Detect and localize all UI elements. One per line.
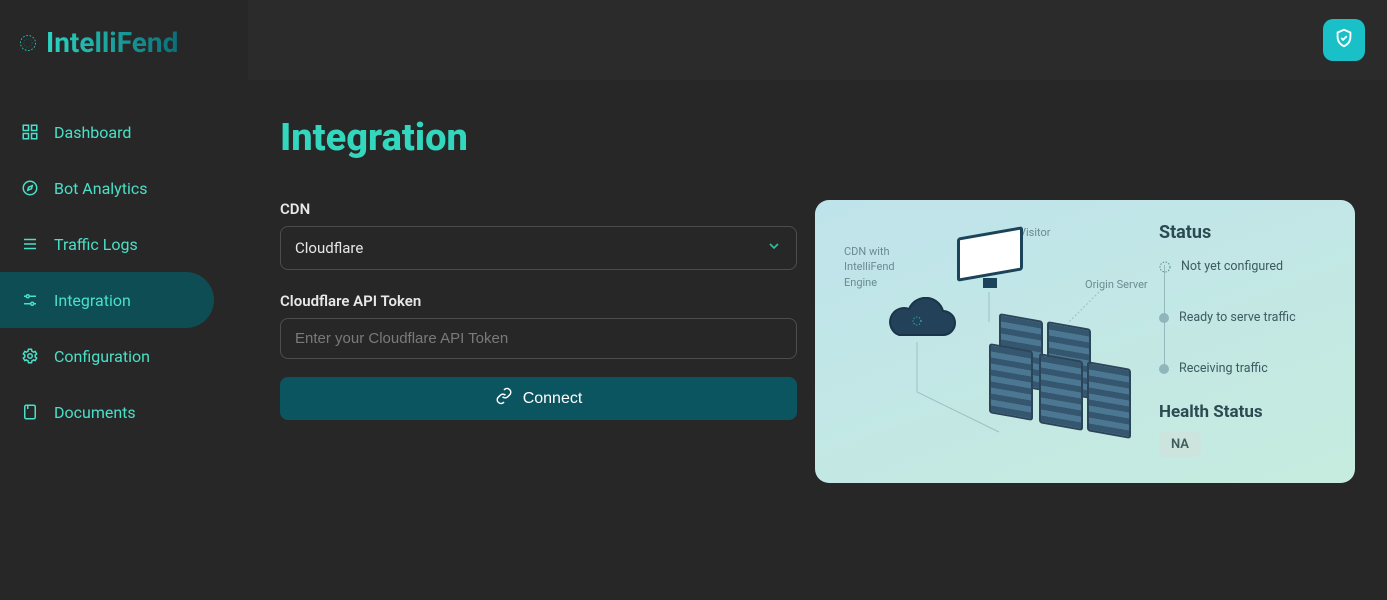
- sliders-icon: [20, 290, 40, 310]
- topbar: [248, 0, 1387, 80]
- monitor-icon: [957, 232, 1023, 288]
- status-dot-icon: [1159, 364, 1169, 374]
- status-step-label: Ready to serve traffic: [1179, 310, 1296, 325]
- dashboard-icon: [20, 122, 40, 142]
- shield-check-icon: [1333, 27, 1355, 53]
- sidebar-item-label: Documents: [54, 403, 136, 422]
- diagram-label-cdn: CDN with IntelliFend Engine: [844, 244, 924, 290]
- cdn-selected-value: Cloudflare: [295, 239, 363, 257]
- integration-form: CDN Cloudflare Cloudflare API Token: [280, 200, 797, 483]
- brand-logo: IntelliFend: [0, 26, 248, 104]
- gear-icon: [20, 346, 40, 366]
- architecture-diagram: Visitor CDN with IntelliFend Engine Orig…: [839, 222, 1149, 452]
- sidebar-item-dashboard[interactable]: Dashboard: [0, 104, 248, 160]
- chevron-down-icon: [766, 238, 782, 258]
- sidebar-item-label: Bot Analytics: [54, 179, 148, 198]
- status-steps: Not yet configured Ready to serve traffi…: [1159, 259, 1331, 376]
- status-dot-icon: [1159, 313, 1169, 323]
- status-step: Not yet configured: [1159, 259, 1331, 274]
- sidebar-item-traffic-logs[interactable]: Traffic Logs: [0, 216, 248, 272]
- brand-name: IntelliFend: [46, 26, 178, 59]
- connect-button-label: Connect: [523, 390, 583, 408]
- diagram-label-origin: Origin Server: [1085, 278, 1148, 291]
- health-status-title: Health Status: [1159, 402, 1331, 422]
- token-label: Cloudflare API Token: [280, 292, 797, 310]
- sidebar-item-documents[interactable]: Documents: [0, 384, 248, 440]
- document-icon: [20, 402, 40, 422]
- compass-icon: [20, 178, 40, 198]
- sidebar-item-label: Dashboard: [54, 123, 131, 142]
- sidebar-item-label: Integration: [54, 291, 131, 310]
- diagram-label-visitor: Visitor: [1019, 226, 1051, 239]
- sidebar-item-integration[interactable]: Integration: [0, 272, 214, 328]
- list-icon: [20, 234, 40, 254]
- brand-mark-icon: [18, 33, 38, 53]
- cdn-label: CDN: [280, 200, 797, 218]
- cdn-select[interactable]: Cloudflare: [280, 226, 797, 270]
- sidebar-item-label: Configuration: [54, 347, 150, 366]
- api-token-input[interactable]: [280, 318, 797, 359]
- health-status-badge: NA: [1159, 432, 1201, 457]
- status-step: Receiving traffic: [1159, 361, 1331, 376]
- shield-button[interactable]: [1323, 19, 1365, 61]
- sidebar: IntelliFend Dashboard Bot Analytics Traf…: [0, 0, 248, 600]
- sidebar-item-configuration[interactable]: Configuration: [0, 328, 248, 384]
- server-cluster-icon: [989, 317, 1139, 447]
- status-card: Visitor CDN with IntelliFend Engine Orig…: [815, 200, 1355, 483]
- sidebar-item-label: Traffic Logs: [54, 235, 138, 254]
- status-title: Status: [1159, 222, 1331, 243]
- status-step-label: Receiving traffic: [1179, 361, 1268, 376]
- status-step-label: Not yet configured: [1181, 259, 1283, 274]
- status-step: Ready to serve traffic: [1159, 310, 1331, 325]
- link-icon: [495, 387, 513, 410]
- cloud-icon: [879, 297, 959, 345]
- page-title: Integration: [280, 116, 1355, 160]
- status-dot-icon: [1159, 261, 1171, 273]
- main: Integration CDN Cloudflare Cloudflare AP…: [248, 0, 1387, 600]
- sidebar-item-bot-analytics[interactable]: Bot Analytics: [0, 160, 248, 216]
- connect-button[interactable]: Connect: [280, 377, 797, 420]
